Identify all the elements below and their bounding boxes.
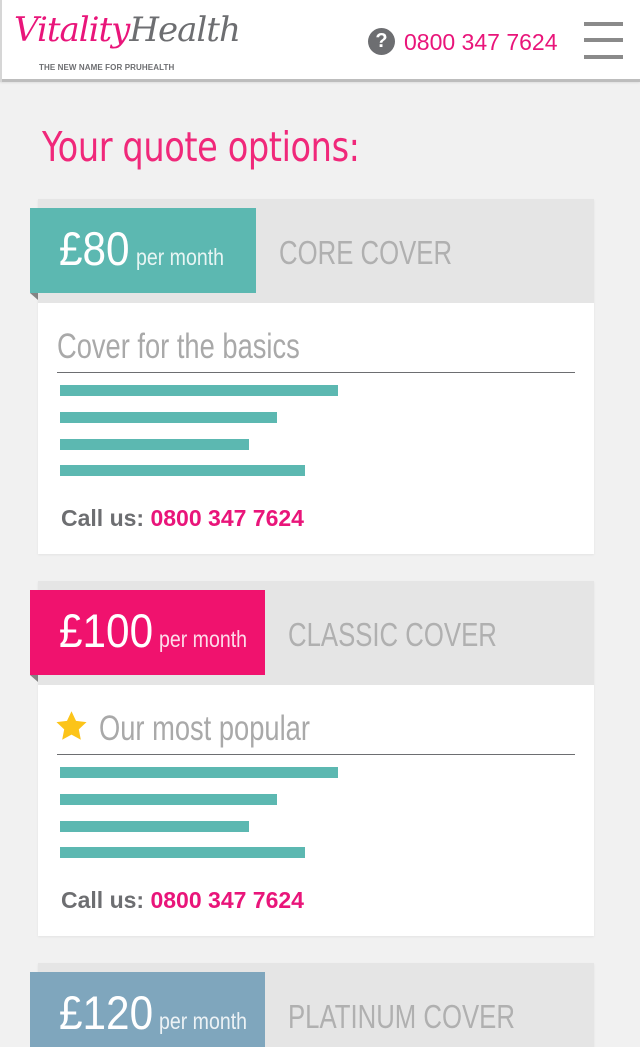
feature-bar [60,465,305,476]
header-edge [0,0,2,82]
plan-card-classic: £100 per month CLASSIC COVER Our most po… [30,581,594,936]
plan-card-header: £100 per month CLASSIC COVER [30,581,594,685]
plan-period: per month [159,1008,248,1034]
plan-subtitle: Our most popular [99,709,310,748]
feature-bar [60,412,277,423]
call-us-number[interactable]: 0800 347 7624 [150,887,304,913]
plan-name: CLASSIC COVER [288,616,497,653]
vitality-health-logo[interactable]: VitalityHealth THE NEW NAME FOR PRUHEALT… [14,8,241,74]
plan-card-header: £120 per month PLATINUM COVER [30,963,594,1047]
header-phone-link[interactable]: 0800 347 7624 [404,27,558,57]
price-tag-fold [30,293,38,300]
price-tag: £100 per month [30,590,265,682]
plan-price: £100 [59,604,154,657]
feature-bar [60,439,249,450]
plan-period: per month [159,626,248,652]
feature-bar [60,385,338,396]
plan-subtitle: Cover for the basics [57,327,300,366]
logo-tagline: THE NEW NAME FOR PRUHEALTH [39,63,175,72]
star-icon [56,711,87,740]
site-header: VitalityHealth THE NEW NAME FOR PRUHEALT… [0,0,640,82]
price-tag-fold [30,675,38,682]
call-us-number[interactable]: 0800 347 7624 [150,505,304,531]
feature-bar [60,794,277,805]
call-us-row: Call us: 0800 347 7624 [61,885,304,915]
plan-period: per month [136,244,225,270]
feature-bar [60,767,338,778]
plan-price: £120 [59,986,154,1039]
call-us-label: Call us: [61,505,145,531]
feature-bar [60,847,305,858]
plan-card-platinum: £120 per month PLATINUM COVER [30,963,594,1047]
plan-name: PLATINUM COVER [288,998,515,1035]
question-icon[interactable]: ? [368,28,395,55]
plan-card-header: £80 per month CORE COVER [30,199,594,303]
call-us-row: Call us: 0800 347 7624 [61,503,304,533]
call-us-label: Call us: [61,887,145,913]
page-title: Your quote options: [42,123,360,171]
plan-card-core: £80 per month CORE COVER Cover for the b… [30,199,594,554]
plan-subtitle-row: Cover for the basics [57,327,575,373]
hamburger-menu-icon[interactable] [584,22,623,59]
plan-subtitle-row: Our most popular [56,709,575,755]
plan-name: CORE COVER [279,234,453,271]
price-tag: £120 per month [30,972,265,1047]
feature-bar [60,821,249,832]
price-tag: £80 per month [30,208,256,300]
plan-price: £80 [59,222,130,275]
logo-wordmark: VitalityHealth [14,10,241,50]
